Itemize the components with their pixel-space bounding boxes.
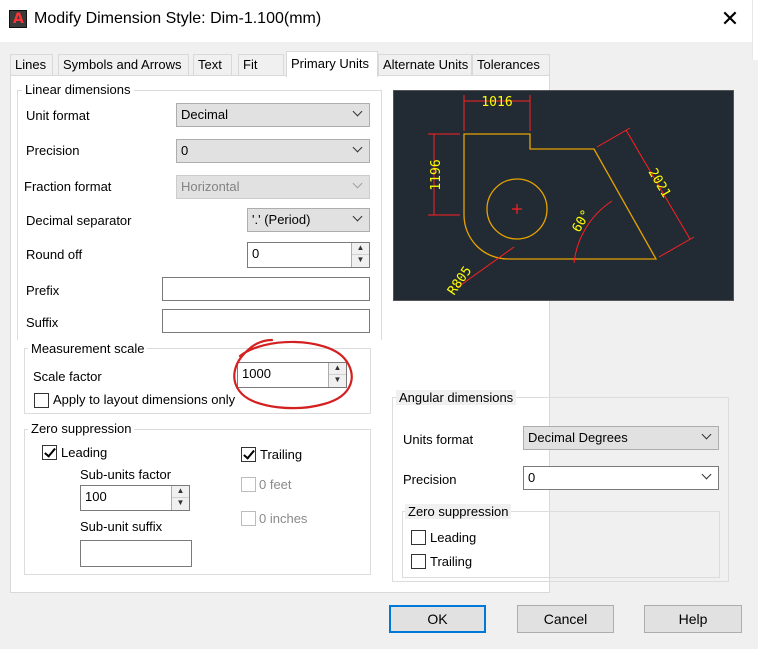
tab-primary-units[interactable]: Primary Units — [286, 51, 378, 77]
precision-dropdown[interactable]: 0 — [176, 139, 370, 163]
unit-format-dropdown[interactable]: Decimal — [176, 103, 370, 127]
leading-checkbox[interactable] — [42, 445, 57, 460]
angular-units-format-dropdown[interactable]: Decimal Degrees — [523, 426, 719, 450]
tab-tolerances[interactable]: Tolerances — [472, 54, 550, 76]
window-title: Modify Dimension Style: Dim-1.100(mm) — [34, 10, 322, 27]
tab-lines[interactable]: Lines — [10, 54, 53, 76]
preview-dim-diag-lines — [596, 127, 695, 258]
background-window-edge — [752, 0, 758, 60]
prefix-input[interactable] — [162, 277, 370, 301]
unit-format-label: Unit format — [26, 108, 90, 123]
angular-precision-label: Precision — [403, 472, 457, 487]
sub-units-spinner[interactable]: ▲ ▼ — [171, 486, 189, 510]
suffix-input[interactable] — [162, 309, 370, 333]
measurement-scale-label: Measurement scale — [28, 341, 148, 356]
decimal-separator-value: '.' (Period) — [252, 212, 311, 227]
angular-units-format-label: Units format — [403, 432, 474, 447]
inches-checkbox[interactable] — [241, 511, 256, 526]
inches-label: 0 inches — [259, 511, 308, 526]
help-button[interactable]: Help — [644, 605, 742, 633]
angular-leading-label: Leading — [430, 530, 477, 545]
angular-leading-checkbox[interactable] — [411, 530, 426, 545]
tab-fit[interactable]: Fit — [238, 54, 284, 76]
sub-unit-suffix-label: Sub-unit suffix — [80, 519, 163, 534]
apply-layout-label: Apply to layout dimensions only — [53, 392, 236, 407]
angular-zero-suppression-label: Zero suppression — [405, 504, 512, 519]
red-annotation-circle — [233, 338, 353, 410]
angular-dimensions-label: Angular dimensions — [396, 390, 517, 405]
chevron-down-icon — [702, 471, 712, 481]
preview-dim-left-text: 1196 — [429, 159, 444, 190]
fraction-format-dropdown[interactable]: Horizontal — [176, 175, 370, 199]
sub-units-factor-input[interactable]: 100 ▲ ▼ — [80, 485, 190, 511]
trailing-checkbox[interactable] — [241, 447, 256, 462]
chevron-down-icon — [353, 180, 363, 190]
sub-units-factor-label: Sub-units factor — [80, 467, 172, 482]
spin-up-icon[interactable]: ▲ — [172, 486, 189, 498]
autocad-app-icon: A — [9, 10, 27, 28]
apply-layout-checkbox[interactable] — [34, 393, 49, 408]
preview-dim-angle-text: 60° — [570, 207, 595, 235]
decimal-separator-dropdown[interactable]: '.' (Period) — [247, 208, 370, 232]
tab-text[interactable]: Text — [193, 54, 232, 76]
angular-trailing-label: Trailing — [430, 554, 473, 569]
cancel-button[interactable]: Cancel — [517, 605, 614, 633]
feet-checkbox[interactable] — [241, 477, 256, 492]
preview-panel: 1016 1196 2021 60° R805 — [393, 90, 734, 301]
spin-down-icon[interactable]: ▼ — [352, 255, 369, 267]
close-button[interactable]: ✕ — [717, 8, 743, 32]
round-off-spinner[interactable]: ▲ ▼ — [351, 243, 369, 267]
prefix-label: Prefix — [26, 283, 60, 298]
tab-alternate-units[interactable]: Alternate Units — [378, 54, 472, 76]
preview-drawing: 1016 1196 2021 60° R805 — [428, 95, 695, 298]
angular-trailing-checkbox[interactable] — [411, 554, 426, 569]
decimal-separator-label: Decimal separator — [26, 213, 132, 228]
tab-symbols-and-arrows[interactable]: Symbols and Arrows — [58, 54, 189, 76]
round-off-value: 0 — [252, 246, 260, 261]
round-off-label: Round off — [26, 247, 83, 262]
feet-label: 0 feet — [259, 477, 292, 492]
linear-dimensions-label: Linear dimensions — [22, 82, 134, 97]
preview-dim-top-text: 1016 — [481, 95, 512, 110]
precision-value: 0 — [181, 143, 189, 158]
preview-part-outline — [463, 133, 658, 260]
app-icon-glyph: A — [13, 11, 24, 27]
chevron-down-icon — [353, 144, 363, 154]
suffix-label: Suffix — [26, 315, 59, 330]
chevron-down-icon — [353, 213, 363, 223]
unit-format-value: Decimal — [181, 107, 228, 122]
chevron-down-icon — [702, 431, 712, 441]
title-bar: A Modify Dimension Style: Dim-1.100(mm) … — [0, 0, 758, 42]
sub-unit-suffix-input[interactable] — [80, 540, 192, 567]
chevron-down-icon — [353, 108, 363, 118]
angular-precision-dropdown[interactable]: 0 — [523, 466, 719, 490]
preview-dim-radius-text: R805 — [445, 264, 475, 298]
round-off-input[interactable]: 0 ▲ ▼ — [247, 242, 370, 268]
trailing-label: Trailing — [260, 447, 303, 462]
spin-up-icon[interactable]: ▲ — [352, 243, 369, 255]
preview-dim-diag-text: 2021 — [645, 166, 674, 201]
sub-units-factor-value: 100 — [85, 489, 107, 504]
angular-precision-value: 0 — [528, 470, 536, 485]
zero-suppression-label: Zero suppression — [28, 421, 135, 436]
fraction-format-value: Horizontal — [181, 179, 240, 194]
leading-label: Leading — [61, 445, 108, 460]
spin-down-icon[interactable]: ▼ — [172, 498, 189, 510]
preview-center-mark — [512, 204, 522, 214]
angular-units-format-value: Decimal Degrees — [528, 430, 628, 445]
precision-label: Precision — [26, 143, 80, 158]
fraction-format-label: Fraction format — [24, 179, 112, 194]
ok-button[interactable]: OK — [389, 605, 486, 633]
scale-factor-label: Scale factor — [33, 369, 102, 384]
